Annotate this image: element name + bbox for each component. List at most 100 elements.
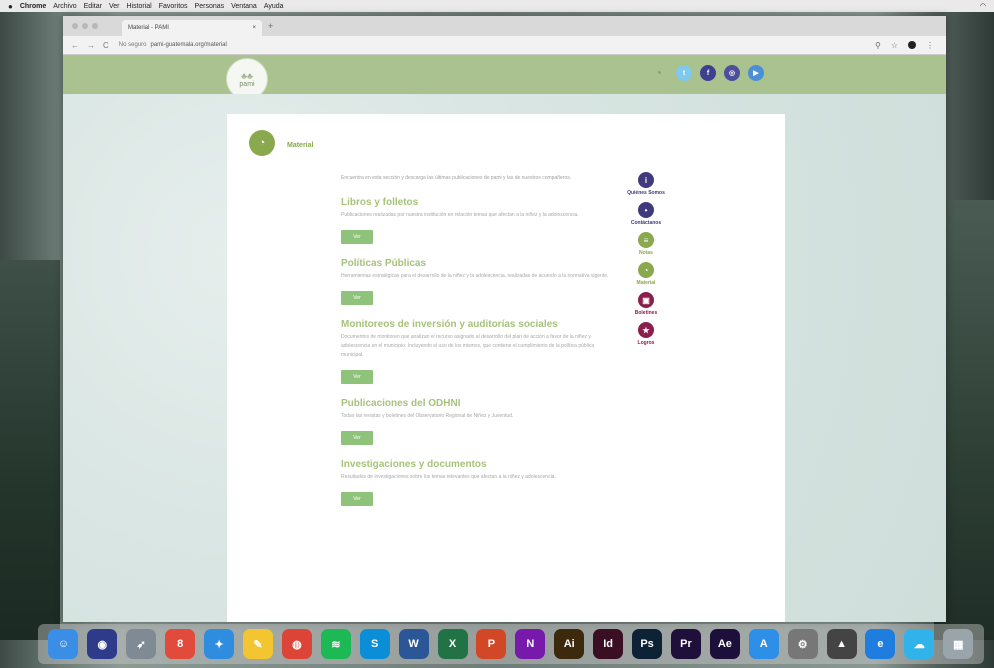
close-tab-icon[interactable]: × [252,25,256,31]
instagram-icon[interactable]: ◎ [724,65,740,81]
menu-ver[interactable]: Ver [109,3,120,10]
launchpad-icon[interactable]: ➶ [126,629,157,659]
ver-button[interactable]: Ver [341,431,373,445]
minimize-window-button[interactable] [82,23,88,29]
sidenav-item[interactable]: • Contáctanos [623,202,669,226]
menu-dots-icon[interactable]: ⋮ [926,41,934,50]
finder-alt-icon[interactable]: ☁ [904,629,935,659]
indesign-icon[interactable]: Id [593,629,624,659]
menu-ventana[interactable]: Ventana [231,3,257,10]
twitter-icon[interactable]: t [676,65,692,81]
header-dot [658,71,661,74]
reload-icon[interactable]: C [103,41,109,50]
window-controls [72,23,98,29]
insecure-label[interactable]: No seguro [119,42,147,48]
url-field[interactable]: No seguro pami-guatemala.org/material [119,39,875,51]
newsletter-icon[interactable]: ▣ [638,292,654,308]
section-description: Todas las revistas y boletines del Obser… [341,413,514,419]
preferences-icon[interactable]: ⚙ [787,629,818,659]
chat-icon[interactable]: • [638,202,654,218]
edge-icon[interactable]: e [865,629,896,659]
logo-text: pami [239,80,255,88]
zoom-window-button[interactable] [92,23,98,29]
side-navigation: i Quiénes Somos • Contáctanos ≡ Notas ◔ Materia… [623,172,669,352]
intro-text: Encuentra en esta sección y descarga las… [341,175,572,181]
sidenav-label[interactable]: Notas [639,250,653,256]
address-bar: ← → C No seguro pami-guatemala.org/mater… [63,36,946,55]
safari-icon[interactable]: ✦ [204,629,235,659]
sidenav-label[interactable]: Boletines [635,310,658,316]
appstore-icon[interactable]: A [748,629,779,659]
sidenav-item[interactable]: i Quiénes Somos [623,172,669,196]
menu-favoritos[interactable]: Favoritos [159,3,188,10]
chrome-icon[interactable]: ◍ [281,629,312,659]
ver-button[interactable]: Ver [341,492,373,506]
mac-menu-bar: ● Chrome Archivo Editar Ver Historial Fa… [0,0,994,12]
menu-chrome[interactable]: Chrome [20,3,46,10]
trash-icon[interactable]: ▦ [943,629,974,659]
notes-icon[interactable]: ≡ [638,232,654,248]
sidenav-label[interactable]: Logros [638,340,655,346]
section-title[interactable]: Políticas Públicas [341,258,611,269]
tab-bar: Material - PAMI × + [63,16,946,36]
sidenav-item[interactable]: ★ Logros [623,322,669,346]
premiere-icon[interactable]: Pr [670,629,701,659]
bookmark-star-icon[interactable]: ☆ [891,41,898,50]
section-description: Documentos de monitoreo que analizan el … [341,334,595,358]
ver-button[interactable]: Ver [341,370,373,384]
wifi-icon[interactable]: ◠ [980,2,986,10]
apple-icon[interactable]: ● [8,2,13,11]
photoshop-icon[interactable]: Ps [632,629,663,659]
main-content: Encuentra en esta sección y descarga las… [341,174,611,506]
info-icon[interactable]: i [638,172,654,188]
menu-personas[interactable]: Personas [195,3,225,10]
menu-archivo[interactable]: Archivo [53,3,76,10]
powerpoint-icon[interactable]: P [476,629,507,659]
finder-icon[interactable]: ☺ [48,629,79,659]
spotify-icon[interactable]: ≋ [320,629,351,659]
new-tab-button[interactable]: + [268,21,273,31]
search-icon[interactable]: ⚲ [875,41,881,50]
close-window-button[interactable] [72,23,78,29]
aftereffects-icon[interactable]: Ae [709,629,740,659]
browser-tab[interactable]: Material - PAMI × [122,20,262,36]
ver-button[interactable]: Ver [341,291,373,305]
siri-icon[interactable]: ◉ [87,629,118,659]
notes-app-icon[interactable]: ✎ [242,629,273,659]
sidenav-label[interactable]: Quiénes Somos [627,190,665,196]
page-background: ◔ Material Encuentra en esta sección y d… [63,94,946,622]
sidenav-item[interactable]: ◔ Material [623,262,669,286]
ver-button[interactable]: Ver [341,230,373,244]
forward-icon[interactable]: → [87,41,95,50]
material-section: Políticas Públicas Herramientas estratégi… [341,258,611,305]
menu-ayuda[interactable]: Ayuda [264,3,284,10]
section-title[interactable]: Publicaciones del ODHNI [341,398,611,409]
menu-editar[interactable]: Editar [84,3,102,10]
back-icon[interactable]: ← [71,41,79,50]
excel-icon[interactable]: X [437,629,468,659]
sidenav-label[interactable]: Contáctanos [631,220,661,226]
profile-avatar[interactable] [908,41,916,49]
unknown-app-icon[interactable]: ▲ [826,629,857,659]
word-icon[interactable]: W [398,629,429,659]
site-header: ♣♣ pami t f ◎ ▶ [63,55,946,100]
facebook-icon[interactable]: f [700,65,716,81]
section-description: Herramientas estratégicas para el desarr… [341,273,609,279]
section-title[interactable]: Monitoreos de inversión y auditorías soc… [341,319,611,330]
achievement-icon[interactable]: ★ [638,322,654,338]
section-title[interactable]: Investigaciones y documentos [341,459,611,470]
menu-historial[interactable]: Historial [126,3,151,10]
sidenav-item[interactable]: ▣ Boletines [623,292,669,316]
sidenav-label[interactable]: Material [637,280,656,286]
calendar-icon[interactable]: 8 [165,629,196,659]
sidenav-item[interactable]: ≡ Notas [623,232,669,256]
desktop-background-left [0,260,60,640]
youtube-icon[interactable]: ▶ [748,65,764,81]
material-icon[interactable]: ◔ [638,262,654,278]
skype-icon[interactable]: S [359,629,390,659]
browser-window: Material - PAMI × + ← → C No seguro pami… [63,16,946,622]
illustrator-icon[interactable]: Ai [554,629,585,659]
page-title: Material [287,142,314,149]
section-title[interactable]: Libros y folletos [341,197,611,208]
onenote-icon[interactable]: N [515,629,546,659]
